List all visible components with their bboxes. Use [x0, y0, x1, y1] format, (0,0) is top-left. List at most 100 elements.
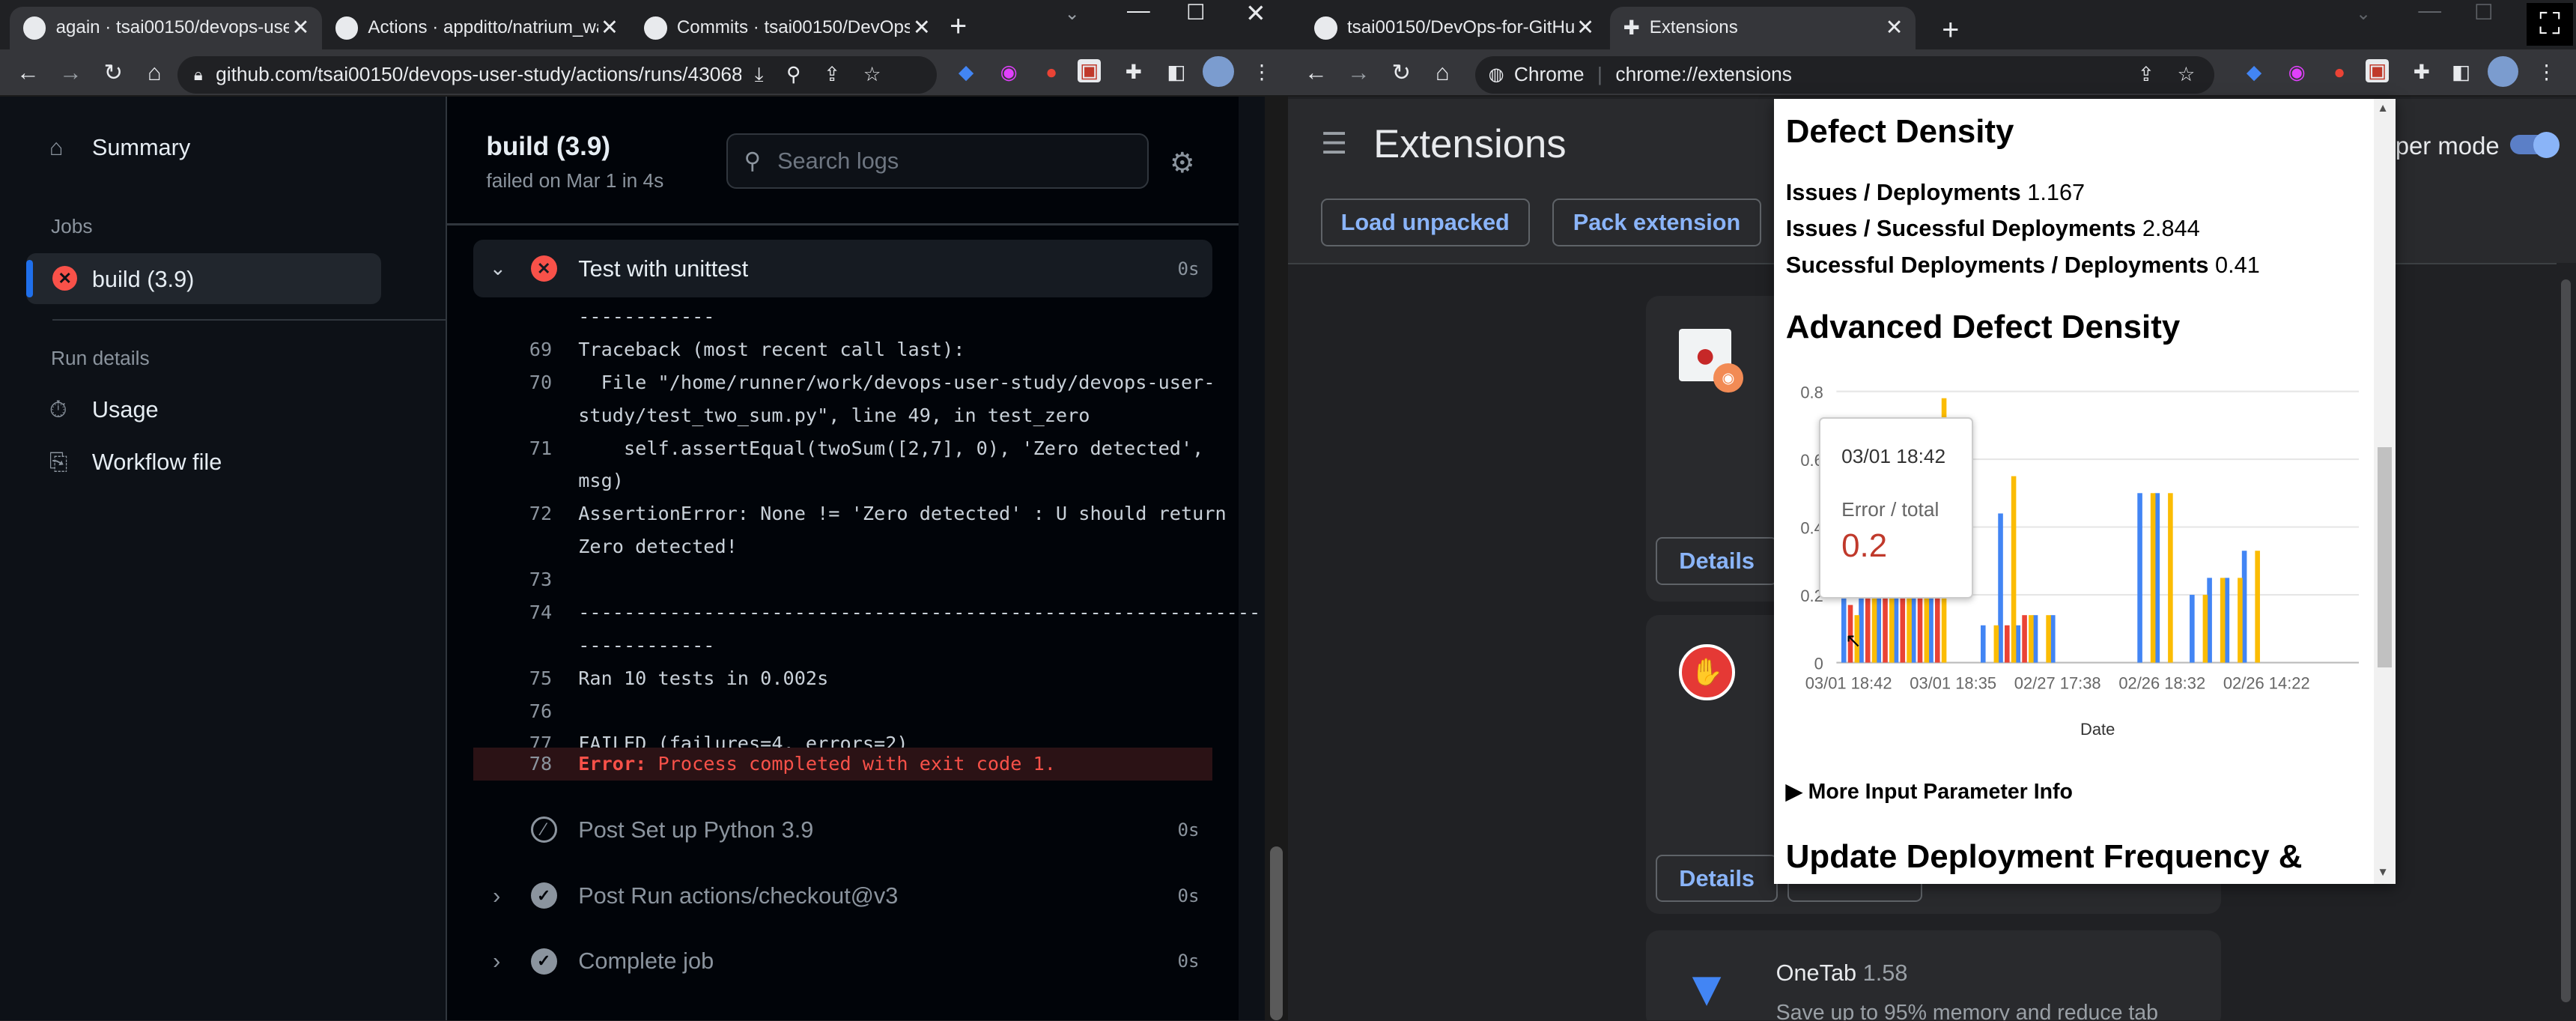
log-line-text: Zero detected! — [578, 536, 738, 558]
extension-onetab-icon[interactable]: ◆ — [953, 59, 979, 85]
tab-search-icon[interactable]: ⌄ — [1065, 3, 1080, 25]
maximize-icon[interactable]: ☐ — [2474, 0, 2494, 25]
side-panel-icon[interactable]: ◧ — [2448, 59, 2474, 85]
popup-scrollbar[interactable]: ▲ ▼ — [2374, 98, 2396, 885]
step-time: 0s — [1177, 951, 1200, 972]
bar-mark — [1894, 587, 1899, 663]
settings-gear-icon[interactable]: ⚙ — [1170, 146, 1194, 179]
minimize-icon[interactable]: — — [2418, 0, 2441, 24]
minimize-icon[interactable]: — — [1127, 0, 1150, 24]
extension-devops-icon[interactable]: ▣ — [2366, 59, 2389, 82]
success-check-icon: ✓ — [530, 882, 557, 909]
tab-commits[interactable]: Commits · tsai00150/DevOps-for-GitHub ✕ — [631, 7, 943, 49]
details-button[interactable]: Details — [1656, 537, 1778, 585]
scrollbar-thumb[interactable] — [1269, 846, 1284, 1021]
zoom-icon[interactable]: ⚲ — [786, 63, 801, 86]
onetab-description: Save up to 95% memory and reduce tab — [1775, 1001, 2159, 1021]
maximize-icon[interactable]: ☐ — [1186, 0, 1206, 25]
address-bar[interactable]: 🔒︎ github.com/tsai00150/devops-user-stud… — [177, 55, 937, 94]
bookmark-star-icon[interactable]: ☆ — [2177, 63, 2195, 86]
extension-onetab-icon[interactable]: ◆ — [2241, 59, 2267, 85]
line-number: 76 — [529, 700, 553, 722]
load-unpacked-button[interactable]: Load unpacked — [1320, 199, 1530, 247]
back-icon[interactable]: ← — [13, 58, 43, 87]
search-logs-input[interactable]: ⚲ Search logs — [726, 133, 1149, 190]
new-tab-icon[interactable]: + — [1942, 13, 1959, 47]
bar-mark — [2154, 492, 2160, 663]
puzzle-icon[interactable]: ✚ — [2408, 59, 2434, 85]
puzzle-icon[interactable]: ✚ — [1120, 59, 1146, 85]
close-icon[interactable]: ✕ — [1574, 15, 1597, 40]
scrollbar-track[interactable] — [1265, 97, 1288, 1021]
home-icon[interactable]: ⌂ — [1427, 58, 1456, 87]
job-item-build[interactable]: ✕ build (3.9) — [26, 252, 381, 304]
reload-icon[interactable]: ↻ — [1387, 58, 1416, 87]
forward-icon[interactable]: → — [1344, 58, 1373, 87]
tab-github-run[interactable]: again · tsai00150/devops-user-study ✕ — [10, 6, 322, 49]
extension-circle-icon[interactable]: ◉ — [996, 59, 1022, 85]
metric-label: Issues / Sucessful Deployments — [1785, 215, 2136, 242]
new-tab-icon[interactable]: + — [950, 10, 967, 43]
step-post-setup-python[interactable]: ⁄ Post Set up Python 3.9 0s — [473, 804, 1212, 856]
close-icon[interactable]: ✕ — [910, 15, 933, 40]
log-line-text: msg) — [578, 470, 624, 492]
tab-label: Commits · tsai00150/DevOps-for-GitHub — [676, 17, 911, 38]
tab-search-icon[interactable]: ⌄ — [2356, 3, 2371, 25]
update-deployment-title: Update Deployment Frequency & — [1785, 837, 2303, 875]
share-icon[interactable]: ⇪ — [824, 63, 840, 86]
github-icon — [1314, 16, 1337, 40]
menu-kebab-icon[interactable]: ⋮ — [1248, 59, 1275, 85]
share-icon[interactable]: ⇪ — [2138, 63, 2154, 86]
log-line-text: File "/home/runner/work/devops-user-stud… — [578, 371, 1215, 393]
hamburger-menu-icon[interactable]: ☰ — [1321, 127, 1347, 161]
close-icon[interactable]: ✕ — [289, 15, 312, 40]
line-number: 78 — [529, 752, 553, 775]
step-post-run-checkout[interactable]: › ✓ Post Run actions/checkout@v3 0s — [473, 870, 1212, 922]
close-icon[interactable]: ✕ — [598, 15, 622, 40]
extension-red-icon[interactable]: ● — [1039, 59, 1065, 85]
profile-avatar-icon[interactable] — [2487, 55, 2519, 88]
more-input-parameter-info-toggle[interactable]: ▶ More Input Parameter Info — [1786, 779, 2073, 805]
chevron-right-icon: › — [493, 948, 501, 975]
tab-actions-natrium[interactable]: Actions · appditto/natrium_wallet ✕ — [322, 7, 631, 49]
tab-devops-for-github[interactable]: tsai00150/DevOps-for-GitHub: A ✕ — [1301, 7, 1607, 49]
install-icon[interactable]: ⤓ — [755, 63, 764, 87]
details-button[interactable]: Details — [1656, 854, 1778, 903]
address-bar[interactable]: ◍ Chrome | chrome://extensions ⇪ ☆ — [1475, 55, 2215, 94]
step-complete-job[interactable]: › ✓ Complete job 0s — [473, 935, 1212, 987]
line-number: 69 — [529, 338, 553, 360]
extension-circle-icon[interactable]: ◉ — [2284, 59, 2310, 85]
popup-scrollbar-thumb[interactable] — [2377, 446, 2393, 667]
pack-extension-button[interactable]: Pack extension — [1552, 199, 1761, 247]
workflow-file-link[interactable]: ⎘ Workflow file — [49, 449, 222, 476]
scroll-down-icon[interactable]: ▼ — [2378, 866, 2389, 879]
reload-icon[interactable]: ↻ — [99, 58, 128, 87]
forward-icon[interactable]: → — [56, 58, 85, 87]
summary-link[interactable]: ⌂ Summary — [49, 132, 190, 165]
line-number: 72 — [529, 503, 553, 525]
lock-icon: 🔒︎ — [193, 64, 203, 84]
back-icon[interactable]: ← — [1301, 58, 1331, 87]
profile-avatar-icon[interactable] — [1202, 55, 1234, 88]
bookmark-star-icon[interactable]: ☆ — [863, 63, 881, 86]
bar-mark — [1883, 587, 1889, 663]
close-window-icon[interactable]: ✕ — [1245, 0, 1266, 28]
usage-link[interactable]: ⏱ Usage — [49, 396, 159, 424]
side-panel-icon[interactable]: ◧ — [1163, 59, 1189, 85]
workflow-file-label: Workflow file — [91, 449, 222, 476]
page-scrollbar-thumb[interactable] — [2561, 279, 2572, 1003]
dev-mode-toggle[interactable] — [2510, 131, 2560, 158]
step-test-with-unittest[interactable]: ⌄ ✕ Test with unittest 0s — [473, 240, 1213, 298]
scroll-up-icon[interactable]: ▲ — [2378, 102, 2389, 115]
close-icon[interactable]: ✕ — [1883, 15, 1906, 40]
page-scrollbar[interactable] — [2556, 263, 2576, 1021]
step-time: 0s — [1177, 885, 1200, 906]
tab-extensions[interactable]: ✚ Extensions ✕ — [1610, 6, 1916, 49]
home-icon[interactable]: ⌂ — [139, 58, 168, 87]
fullscreen-exit-icon[interactable]: ⛶ — [2527, 3, 2573, 46]
extension-red-icon[interactable]: ● — [2327, 59, 2353, 85]
bar-mark — [2033, 614, 2038, 663]
extension-devops-icon[interactable]: ▣ — [1078, 59, 1101, 82]
menu-kebab-icon[interactable]: ⋮ — [2533, 59, 2560, 85]
github-icon — [22, 16, 46, 40]
